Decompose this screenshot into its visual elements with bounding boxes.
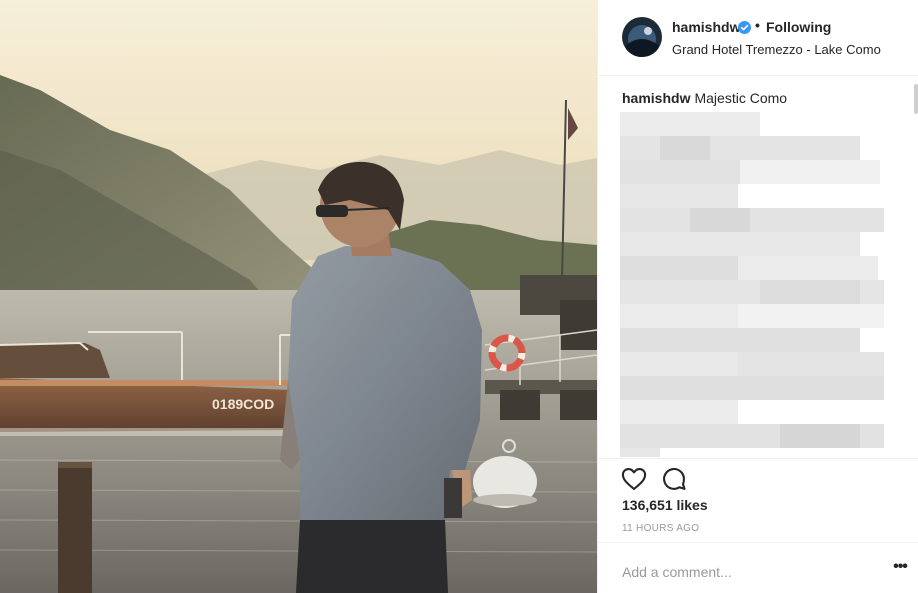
ellipsis-icon[interactable]: ••• <box>890 559 910 581</box>
post-timestamp: 11 HOURS AGO <box>622 523 700 534</box>
post-photo[interactable]: 0189COD <box>0 0 597 593</box>
verified-badge-icon <box>738 21 751 34</box>
comment-input[interactable] <box>622 561 852 583</box>
post-side-panel: hamishdw • Following Grand Hotel Tremezz… <box>597 0 918 593</box>
post-location[interactable]: Grand Hotel Tremezzo - Lake Como <box>672 42 881 57</box>
redacted-comments <box>620 112 884 457</box>
following-button[interactable]: Following <box>766 19 831 35</box>
likes-count[interactable]: 136,651 likes <box>622 497 708 513</box>
post-caption: hamishdw Majestic Como <box>622 89 787 107</box>
comment-bubble-icon[interactable] <box>660 465 688 493</box>
post-actions <box>598 458 918 498</box>
post-username[interactable]: hamishdw <box>672 19 740 35</box>
avatar[interactable] <box>622 17 662 57</box>
header-separator: • <box>755 17 760 33</box>
comment-bar: ••• <box>598 542 918 593</box>
post-header: hamishdw • Following Grand Hotel Tremezz… <box>598 0 918 76</box>
comments-scrollbar[interactable] <box>914 84 918 114</box>
heart-icon[interactable] <box>620 465 648 493</box>
caption-username[interactable]: hamishdw <box>622 90 690 106</box>
lake-como-photo: 0189COD <box>0 0 597 593</box>
caption-text: Majestic Como <box>694 90 788 106</box>
